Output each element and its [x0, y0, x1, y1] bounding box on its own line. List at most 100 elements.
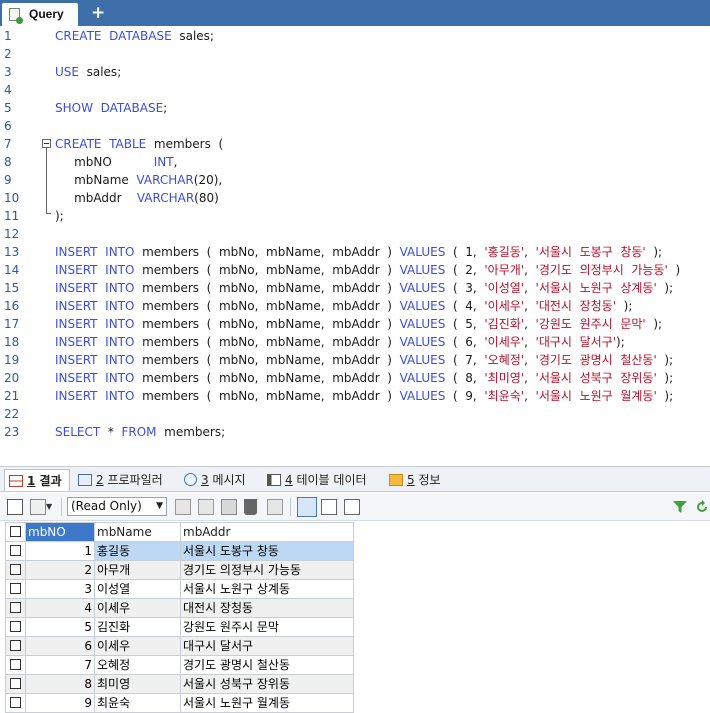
cell-mbaddr[interactable]: 대구시 달서구 — [180, 636, 354, 656]
table-row[interactable]: 8 최미영 서울시 성북구 장위동 — [5, 674, 354, 694]
cell-mbaddr[interactable]: 서울시 도봉구 창동 — [180, 541, 354, 561]
code-line[interactable]: 23 SELECT * FROM members; — [0, 423, 710, 441]
save-icon[interactable] — [221, 499, 237, 515]
row-options-icon[interactable] — [30, 499, 46, 515]
cell-mbname[interactable]: 아무개 — [94, 560, 181, 580]
code-line[interactable]: 18 INSERT INTO members ( mbNo, mbName, mb… — [0, 333, 710, 351]
cell-mbname[interactable]: 이성열 — [94, 579, 181, 599]
cell-mbno[interactable]: 4 — [25, 598, 95, 618]
tab-results[interactable]: 1 결과 — [4, 469, 70, 491]
code-line[interactable]: 7 CREATE TABLE members ( — [0, 135, 710, 153]
table-row[interactable]: 2 아무개 경기도 의정부시 가능동 — [5, 560, 354, 580]
cell-mbaddr[interactable]: 강원도 원주시 문막 — [180, 617, 354, 637]
code-line[interactable]: 17 INSERT INTO members ( mbNo, mbName, mb… — [0, 315, 710, 333]
code-text: mbAddr VARCHAR(80) — [55, 189, 219, 207]
table-row[interactable]: 3 이성열 서울시 노원구 상계동 — [5, 579, 354, 599]
row-checkbox[interactable] — [5, 560, 26, 580]
code-line[interactable]: 3 USE sales; — [0, 63, 710, 81]
code-line[interactable]: 6 — [0, 117, 710, 135]
paste-row-icon[interactable] — [198, 499, 214, 515]
code-line[interactable]: 4 — [0, 81, 710, 99]
sql-keyword: INTO — [105, 371, 135, 385]
select-all-checkbox[interactable] — [5, 522, 26, 542]
cell-mbname[interactable]: 최미영 — [94, 674, 181, 694]
cell-mbno[interactable]: 8 — [25, 674, 95, 694]
table-row[interactable]: 4 이세우 대전시 장청동 — [5, 598, 354, 618]
table-row[interactable]: 6 이세우 대구시 달서구 — [5, 636, 354, 656]
code-line[interactable]: 10 mbAddr VARCHAR(80) — [0, 189, 710, 207]
tab-messages[interactable]: 3 메시지 — [184, 469, 246, 491]
cell-mbaddr[interactable]: 서울시 노원구 상계동 — [180, 579, 354, 599]
cell-mbname[interactable]: 최윤숙 — [94, 693, 181, 713]
copy-row-icon[interactable] — [175, 499, 191, 515]
tab-profiler[interactable]: 2 프로파일러 — [78, 469, 163, 491]
sql-keyword: SHOW — [55, 101, 93, 115]
cell-mbno[interactable]: 7 — [25, 655, 95, 675]
cell-mbaddr[interactable]: 대전시 장청동 — [180, 598, 354, 618]
read-only-select[interactable]: (Read Only) ▼ — [67, 497, 167, 516]
row-checkbox[interactable] — [5, 655, 26, 675]
cell-mbaddr[interactable]: 서울시 노원구 월계동 — [180, 693, 354, 713]
code-line[interactable]: 12 — [0, 225, 710, 243]
table-row[interactable]: 1 홍길동 서울시 도봉구 창동 — [5, 541, 354, 561]
table-row[interactable]: 7 오혜정 경기도 광명시 철산동 — [5, 655, 354, 675]
column-header-mbaddr[interactable]: mbAddr — [180, 522, 354, 542]
form-view-icon[interactable] — [321, 499, 337, 515]
code-line[interactable]: 11); — [0, 207, 710, 225]
cell-mbname[interactable]: 이세우 — [94, 598, 181, 618]
cell-mbno[interactable]: 9 — [25, 693, 95, 713]
profiler-icon — [78, 474, 92, 486]
cancel-changes-icon[interactable] — [267, 499, 283, 515]
code-line[interactable]: 14 INSERT INTO members ( mbNo, mbName, mb… — [0, 261, 710, 279]
code-line[interactable]: 1 CREATE DATABASE sales; — [0, 27, 710, 45]
tab-table-data[interactable]: 4 테이블 데이터 — [267, 469, 367, 491]
sql-text: members ( mbNo, mbName, mbAddr ) — [134, 353, 400, 367]
cell-mbno[interactable]: 6 — [25, 636, 95, 656]
column-header-mbno[interactable]: mbNO — [25, 522, 95, 542]
row-checkbox[interactable] — [5, 693, 26, 713]
cell-mbno[interactable]: 2 — [25, 560, 95, 580]
cell-mbno[interactable]: 3 — [25, 579, 95, 599]
text-view-icon[interactable] — [344, 499, 360, 515]
cell-mbname[interactable]: 김진화 — [94, 617, 181, 637]
cell-mbname[interactable]: 홍길동 — [94, 541, 181, 561]
add-tab-button[interactable]: + — [91, 2, 105, 24]
column-header-mbname[interactable]: mbName — [94, 522, 181, 542]
row-checkbox[interactable] — [5, 598, 26, 618]
code-line[interactable]: 5 SHOW DATABASE; — [0, 99, 710, 117]
code-line[interactable]: 15 INSERT INTO members ( mbNo, mbName, mb… — [0, 279, 710, 297]
row-checkbox[interactable] — [5, 636, 26, 656]
code-line[interactable]: 2 — [0, 45, 710, 63]
code-line[interactable]: 16 INSERT INTO members ( mbNo, mbName, mb… — [0, 297, 710, 315]
query-tab[interactable]: Query — [2, 3, 78, 26]
table-row[interactable]: 9 최윤숙 서울시 노원구 월계동 — [5, 693, 354, 713]
tab-info[interactable]: 5 정보 — [389, 469, 441, 491]
row-checkbox[interactable] — [5, 617, 26, 637]
refresh-icon[interactable] — [694, 499, 710, 515]
cell-mbno[interactable]: 1 — [25, 541, 95, 561]
code-line[interactable]: 21 INSERT INTO members ( mbNo, mbName, mb… — [0, 387, 710, 405]
table-row[interactable]: 5 김진화 강원도 원주시 문막 — [5, 617, 354, 637]
row-options-dropdown-icon[interactable]: ▼ — [46, 499, 54, 515]
delete-icon[interactable] — [244, 499, 257, 515]
cell-mbname[interactable]: 오혜정 — [94, 655, 181, 675]
cell-mbaddr[interactable]: 경기도 의정부시 가능동 — [180, 560, 354, 580]
filter-icon[interactable] — [672, 499, 688, 515]
code-line[interactable]: 20 INSERT INTO members ( mbNo, mbName, mb… — [0, 369, 710, 387]
cell-mbaddr[interactable]: 서울시 성북구 장위동 — [180, 674, 354, 694]
add-row-icon[interactable] — [7, 499, 23, 515]
code-line[interactable]: 19 INSERT INTO members ( mbNo, mbName, mb… — [0, 351, 710, 369]
row-checkbox[interactable] — [5, 579, 26, 599]
sql-editor[interactable]: 1 CREATE DATABASE sales; 2 3 USE sales; 4 5 SHO… — [0, 26, 710, 466]
cell-mbname[interactable]: 이세우 — [94, 636, 181, 656]
code-line[interactable]: 13 INSERT INTO members ( mbNo, mbName, mb… — [0, 243, 710, 261]
code-line[interactable]: 9 mbName VARCHAR(20), — [0, 171, 710, 189]
code-line[interactable]: 22 — [0, 405, 710, 423]
cell-mbno[interactable]: 5 — [25, 617, 95, 637]
row-checkbox[interactable] — [5, 541, 26, 561]
code-line[interactable]: 8 mbNO INT, — [0, 153, 710, 171]
row-checkbox[interactable] — [5, 674, 26, 694]
grid-view-icon[interactable] — [297, 497, 317, 517]
cell-mbaddr[interactable]: 경기도 광명시 철산동 — [180, 655, 354, 675]
